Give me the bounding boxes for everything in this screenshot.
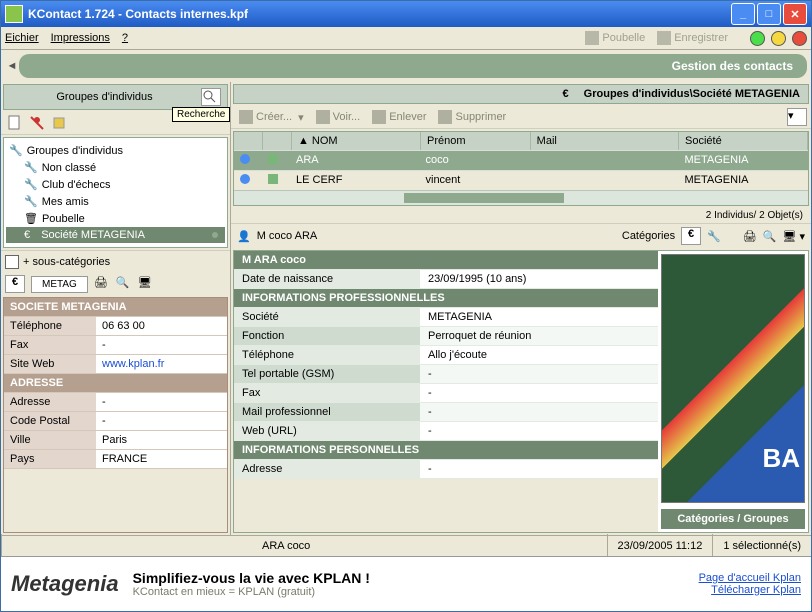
delete-user-icon[interactable] [29,115,45,131]
pin-icon [240,174,250,184]
table-row[interactable]: ARA coco METAGENIA [234,150,808,170]
new-doc-icon[interactable] [7,115,23,131]
tree-item-trash[interactable]: 🗑Poubelle [6,210,225,227]
col-first[interactable]: Prénom [421,132,531,150]
tree-item[interactable]: 🔧Mes amis [6,193,225,210]
footer-subline: KContact en mieux = KPLAN (gratuit) [133,586,685,598]
table-header: ▲ NOM Prénom Mail Société [234,132,808,150]
euro-button[interactable]: € [5,275,25,293]
minimize-button[interactable]: _ [731,3,755,25]
tool-icon[interactable] [51,115,67,131]
tree-item[interactable]: 🔧Non classé [6,159,225,176]
tree-item[interactable]: 🔧Club d'échecs [6,176,225,193]
save-button[interactable]: Enregistrer [657,31,728,45]
trash-icon [585,31,599,45]
society-panel: € METAG 🖨 🔍 🖥 SOCIETE METAGENIA Téléphon… [1,273,230,535]
h-scrollbar[interactable] [234,190,808,205]
status-yellow-icon[interactable] [771,31,786,46]
eye-icon [316,110,330,124]
footer-headline: Simplifiez-vous la vie avec KPLAN ! [133,570,685,586]
categories-button[interactable]: Catégories / Groupes [661,509,805,529]
breadcrumb: € Groupes d'individus\Société METAGENIA [233,84,809,104]
window-title: KContact 1.724 - Contacts internes.kpf [28,7,731,21]
pin-icon [240,154,250,164]
person-add-icon [239,110,253,124]
maximize-button[interactable]: □ [757,3,781,25]
print-icon[interactable]: 🖨 [94,276,110,292]
detail-fields: M ARA coco Date de naissance23/09/1995 (… [234,251,658,532]
col-name[interactable]: ▲ NOM [292,132,421,150]
status-red-icon[interactable] [792,31,807,46]
detail-panel: M ARA coco Date de naissance23/09/1995 (… [233,250,809,533]
footer-link-download[interactable]: Télécharger Kplan [699,584,801,596]
person-icon [268,154,278,164]
zoom-icon[interactable]: 🔍 [116,276,132,292]
footer-link-home[interactable]: Page d'accueil Kplan [699,572,801,584]
search-groups-button[interactable]: Recherche [201,88,221,106]
person-icon [268,174,278,184]
view-button[interactable]: Voir... [312,108,365,126]
groups-header: Groupes d'individus Recherche [3,84,228,110]
right-panel: € Groupes d'individus\Société METAGENIA … [231,82,811,535]
app-window: KContact 1.724 - Contacts internes.kpf _… [0,0,812,612]
zoom-icon[interactable]: 🔍 [763,230,777,243]
selected-bullet-icon [212,232,218,238]
society-tab[interactable]: METAG [31,276,88,293]
menu-file[interactable]: Eichier [5,32,39,44]
categories-label[interactable]: Catégories [622,230,675,242]
contact-photo[interactable] [661,254,805,503]
banner: Gestion des contacts [19,54,807,78]
groups-tree: 🔧Groupes d'individus 🔧Non classé 🔧Club d… [3,137,228,248]
delete-button[interactable]: Supprimer [434,108,510,126]
contacts-table: ▲ NOM Prénom Mail Société ARA coco METAG… [233,131,809,206]
print-icon[interactable]: 🖨 [743,230,757,243]
menu-print[interactable]: Impressions [51,32,110,44]
app-icon [5,5,23,23]
subcategories-toggle[interactable]: + sous-catégories [1,250,230,273]
options-button[interactable]: ▾ [787,108,807,126]
detail-toolbar: 👤 M coco ARA Catégories € 🔧 🖨 🔍 🖥 ▾ [231,223,811,248]
pers-header: INFORMATIONS PERSONNELLES [234,441,658,459]
person-icon: 👤 [237,230,251,243]
table-row[interactable]: LE CERF vincent METAGENIA [234,170,808,190]
subcats-checkbox[interactable] [5,255,19,269]
search-tooltip: Recherche [172,107,230,122]
society-header: SOCIETE METAGENIA [4,298,227,316]
person-remove-icon [372,110,386,124]
pro-header: INFORMATIONS PROFESSIONNELLES [234,289,658,307]
tree-item-selected[interactable]: € Société METAGENIA [6,227,225,243]
left-panel: Groupes d'individus Recherche 🔧Groupes d… [1,82,231,535]
save-icon [657,31,671,45]
back-button[interactable]: ◄ [5,60,19,72]
menubar: Eichier Impressions ? Poubelle Enregistr… [1,27,811,50]
close-button[interactable]: ✕ [783,3,807,25]
wrench-icon[interactable]: 🔧 [707,230,721,243]
statusbar: ARA coco 23/09/2005 11:12 1 sélectionné(… [1,535,811,556]
status-date: 23/09/2005 11:12 [607,534,713,558]
contacts-toolbar: Créer... ▾ Voir... Enlever Supprimer ▾ [231,106,811,129]
status-selection: 1 sélectionné(s) [712,534,811,558]
row-counter: 2 Individus/ 2 Objet(s) [231,208,811,223]
footer: Metagenia Simplifiez-vous la vie avec KP… [1,556,811,611]
menu-help[interactable]: ? [122,32,128,44]
person-delete-icon [438,110,452,124]
titlebar[interactable]: KContact 1.724 - Contacts internes.kpf _… [1,1,811,27]
detail-name: M coco ARA [257,230,318,242]
status-name: ARA coco [1,534,607,558]
screen-icon[interactable]: 🖥 ▾ [782,230,805,243]
address-header: ADRESSE [4,374,227,392]
col-company[interactable]: Société [679,132,808,150]
website-link[interactable]: www.kplan.fr [96,355,227,373]
trash-button[interactable]: Poubelle [585,31,645,45]
detail-title: M ARA coco [234,251,658,269]
tree-root[interactable]: 🔧Groupes d'individus [6,142,225,159]
remove-button[interactable]: Enlever [368,108,430,126]
footer-brand: Metagenia [11,571,119,597]
status-green-icon[interactable] [750,31,765,46]
create-button[interactable]: Créer... ▾ [235,108,308,126]
screen-icon[interactable]: 🖥 [138,276,154,292]
society-grid: SOCIETE METAGENIA Téléphone06 63 00 Fax-… [3,297,228,533]
col-mail[interactable]: Mail [531,132,679,150]
euro-button[interactable]: € [681,227,701,245]
